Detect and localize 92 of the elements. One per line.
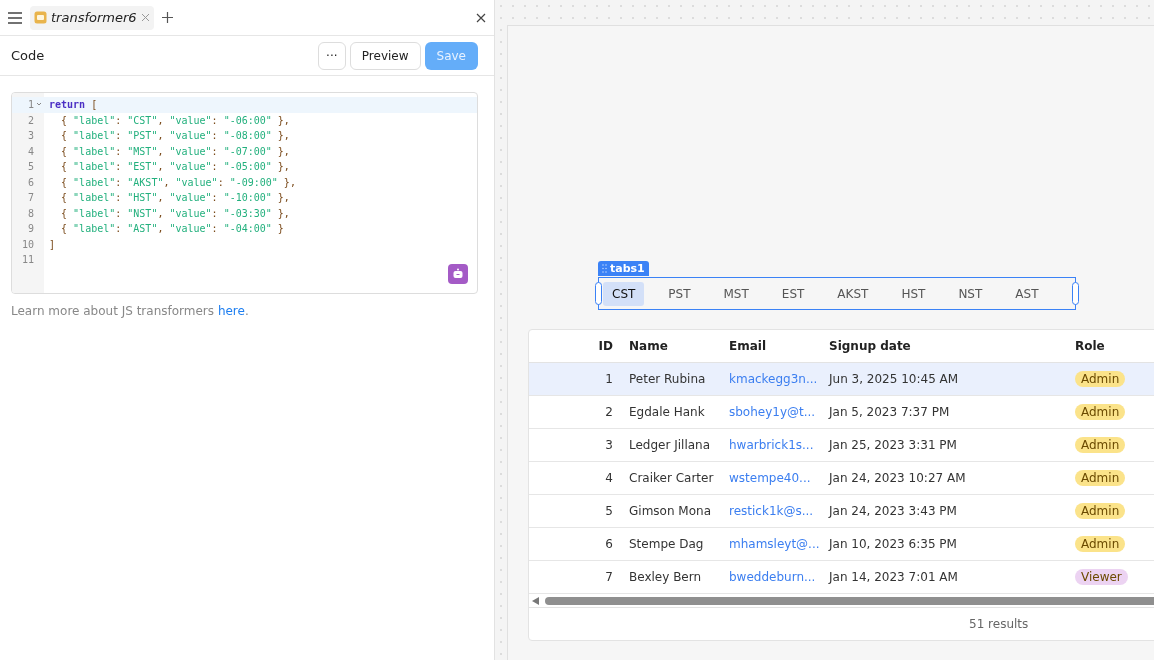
table-cell-text: 5	[604, 504, 614, 518]
line-number: 5	[26, 160, 35, 174]
role-tag: Admin	[1075, 536, 1126, 552]
table-row[interactable]: 1 Peter Rubina kmackegg3n... Jun 3, 2025 10:45 AM Admin	[529, 363, 1154, 396]
email-link[interactable]: hwarbrick1s...	[721, 438, 821, 452]
horizontal-scrollbar[interactable]	[529, 594, 1154, 608]
email-link[interactable]: kmackegg3n...	[721, 372, 821, 386]
help-text: Learn more about JS transformers here.	[11, 304, 250, 318]
role-tag: Admin	[1075, 503, 1126, 519]
table-cell-text: Jan 25, 2023 3:31 PM	[827, 438, 958, 452]
column-header[interactable]: Name	[621, 339, 721, 353]
code-line: { "label": "AST", "value": "-04:00" }	[60, 222, 285, 236]
table-cell-text: Egdale Hank	[628, 405, 706, 419]
email-link[interactable]: mhamsleyt@...	[721, 537, 821, 551]
panel-title: Code	[11, 48, 46, 63]
code-line: { "label": "EST", "value": "-05:00" },	[60, 160, 291, 174]
more-button[interactable]: ···	[317, 41, 346, 70]
code-line: { "label": "PST", "value": "-08:00" },	[60, 129, 291, 143]
add-icon[interactable]	[161, 12, 173, 23]
column-header[interactable]: Role	[1067, 339, 1147, 353]
tabs-component[interactable]: CST PST MST EST AKST HST NST AST	[598, 277, 1076, 310]
table-cell-text: 3	[604, 438, 614, 452]
table-cell-text: 6	[604, 537, 614, 551]
table-cell-text: Bexley Bern	[628, 570, 703, 584]
role-tag: Viewer	[1075, 569, 1128, 585]
table-cell-text: Jan 14, 2023 7:01 AM	[827, 570, 959, 584]
role-tag: Admin	[1075, 437, 1126, 453]
preview-button[interactable]: Preview	[349, 41, 421, 70]
timezone-tab[interactable]: MST	[714, 281, 758, 306]
column-header[interactable]: ID	[529, 339, 621, 353]
table-cell-text: Jan 24, 2023 3:43 PM	[827, 504, 958, 518]
timezone-tab[interactable]: AST	[1006, 281, 1048, 306]
code-editor[interactable]	[11, 92, 478, 294]
line-number: 6	[26, 175, 35, 190]
line-number: 8	[26, 206, 35, 221]
role-tag: Admin	[1075, 371, 1126, 387]
email-link[interactable]: wstempe40...	[721, 471, 821, 485]
menu-icon[interactable]	[8, 11, 22, 24]
line-number: 7	[26, 191, 35, 205]
table-cell-text: Jan 24, 2023 10:27 AM	[827, 471, 967, 485]
line-number: 4	[26, 144, 35, 159]
code-line: { "label": "MST", "value": "-07:00" },	[60, 144, 291, 159]
line-number: 9	[26, 222, 35, 236]
scrollbar-thumb[interactable]	[545, 596, 1154, 605]
timezone-tab[interactable]: EST	[772, 281, 814, 306]
table-cell-text: Stempe Dag	[628, 537, 705, 551]
transformer-icon	[34, 11, 47, 24]
line-number: 11	[20, 253, 35, 267]
code-line: { "label": "CST", "value": "-06:00" },	[60, 113, 291, 128]
column-header[interactable]: Signup date	[821, 339, 1067, 353]
code-line: { "label": "NST", "value": "-03:30" },	[60, 206, 291, 221]
table-cell-text: Ledger Jillana	[628, 438, 712, 452]
line-number: 3	[26, 129, 35, 143]
table-cell-text: 4	[604, 471, 614, 485]
column-header[interactable]: Email	[721, 339, 821, 353]
table-cell-text: Jan 10, 2023 6:35 PM	[827, 537, 958, 551]
table-cell-text: 2	[604, 405, 614, 419]
line-number: 2	[26, 113, 35, 128]
fold-caret-icon[interactable]	[34, 100, 44, 108]
code-line: { "label": "AKST", "value": "-09:00" },	[60, 175, 297, 190]
table-cell-text: Peter Rubina	[628, 372, 707, 386]
robot-icon[interactable]	[448, 264, 468, 284]
component-label[interactable]: tabs1	[598, 261, 649, 276]
role-tag: Admin	[1075, 404, 1126, 420]
close-icon[interactable]	[476, 12, 486, 23]
line-number: 1	[12, 97, 44, 113]
line-number: 10	[20, 237, 35, 252]
drag-handle-icon[interactable]	[602, 264, 607, 273]
code-line: { "label": "HST", "value": "-10:00" },	[60, 191, 291, 205]
email-link[interactable]: bweddeburn...	[721, 570, 821, 584]
timezone-tab[interactable]: PST	[659, 281, 700, 306]
scroll-left-icon[interactable]	[532, 596, 539, 605]
table-cell-text: Jan 5, 2023 7:37 PM	[827, 405, 951, 419]
timezone-tab[interactable]: AKST	[828, 281, 878, 306]
timezone-tab[interactable]: HST	[892, 281, 935, 306]
role-tag: Admin	[1075, 470, 1126, 486]
tab-label: transformer6	[51, 10, 137, 25]
email-link[interactable]: sbohey1y@t...	[721, 405, 821, 419]
table-cell-text: Jun 3, 2025 10:45 AM	[827, 372, 960, 386]
table-cell-text: Craiker Carter	[628, 471, 715, 485]
table-cell-text: Gimson Mona	[628, 504, 712, 518]
table-cell-text: 1	[604, 372, 614, 386]
code-line: ]	[48, 237, 57, 252]
help-link[interactable]: here	[217, 304, 245, 318]
result-count: 51 results	[969, 617, 1029, 631]
timezone-tab[interactable]: NST	[949, 281, 992, 306]
timezone-tab[interactable]: CST	[603, 281, 645, 306]
email-link[interactable]: restick1k@s...	[721, 504, 821, 518]
resize-handle[interactable]	[1072, 282, 1079, 305]
editor-tab[interactable]: transformer6	[30, 5, 154, 30]
table-cell-text: 7	[604, 570, 614, 584]
resize-handle[interactable]	[595, 282, 602, 305]
